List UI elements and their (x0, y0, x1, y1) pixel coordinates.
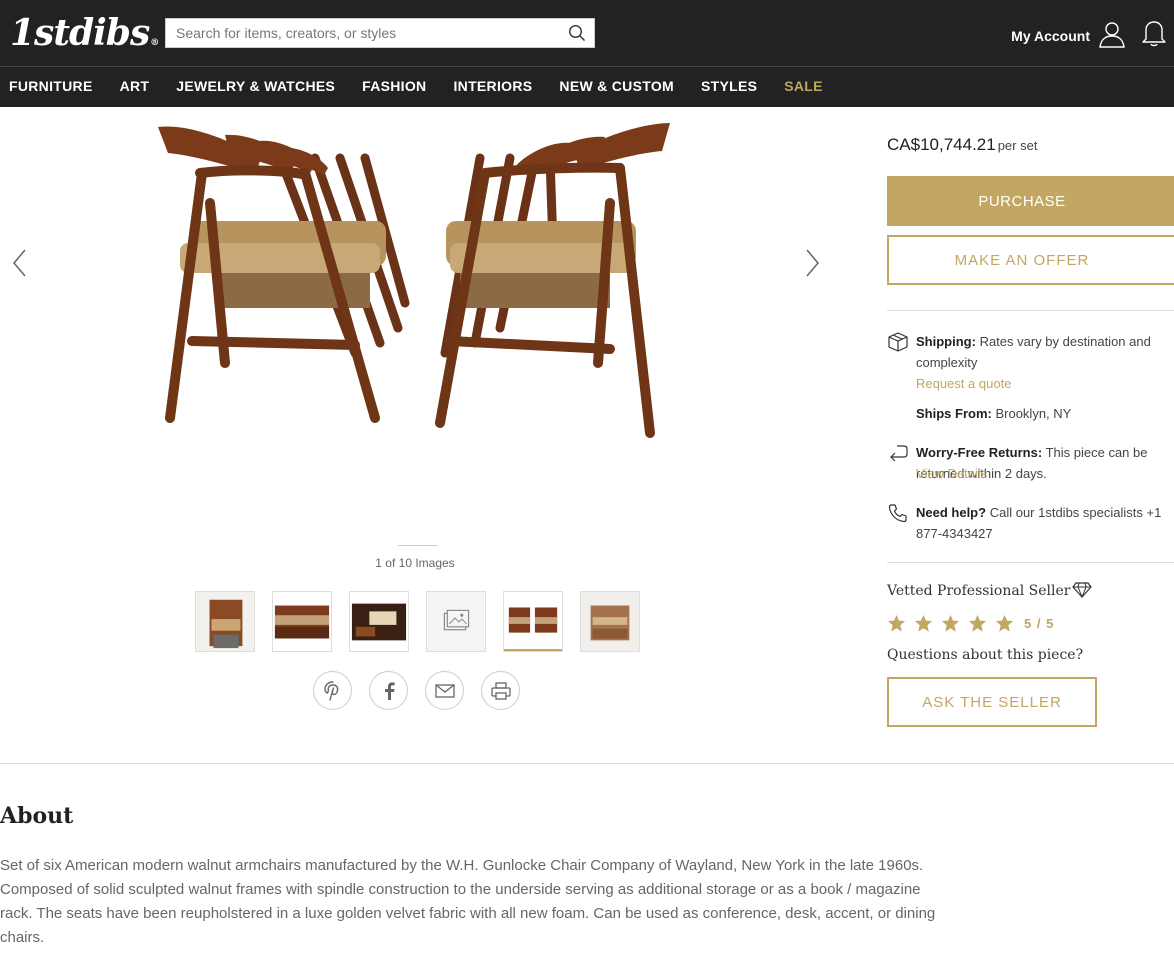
share-buttons (313, 671, 520, 710)
nav-styles[interactable]: STYLES (701, 78, 757, 94)
nav-furniture[interactable]: FURNITURE (9, 78, 93, 94)
return-arrow-icon (887, 442, 909, 464)
seller-rating: 5 / 5 (887, 614, 1054, 633)
product-image[interactable] (150, 113, 680, 443)
purchase-divider (887, 310, 1174, 311)
facebook-icon[interactable] (369, 671, 408, 710)
returns-label: Worry-Free Returns: (916, 445, 1043, 460)
ships-from-info: Ships From: Brooklyn, NY (887, 403, 1174, 424)
next-image-arrow-icon[interactable] (802, 247, 822, 279)
rating-value: 5 / 5 (1024, 616, 1055, 631)
search-input[interactable] (166, 19, 560, 47)
shipping-info: Shipping: Rates vary by destination and … (887, 331, 1174, 394)
make-offer-button[interactable]: MAKE AN OFFER (887, 235, 1174, 285)
seller-divider (887, 562, 1174, 563)
nav-jewelry-watches[interactable]: JEWELRY & WATCHES (176, 78, 335, 94)
diamond-icon (1072, 581, 1092, 604)
site-header: 1stdibs® My Account FURNITURE ART JEWELR… (0, 0, 1174, 107)
about-title: About (0, 803, 74, 829)
search-bar (165, 18, 595, 48)
price-value: CA$10,744.21 (887, 135, 996, 154)
nav-interiors[interactable]: INTERIORS (453, 78, 532, 94)
star-icon (995, 614, 1014, 632)
print-icon[interactable] (481, 671, 520, 710)
site-logo[interactable]: 1stdibs® (10, 12, 159, 54)
thumbnail-4[interactable] (426, 591, 486, 652)
ask-seller-button[interactable]: ASK THE SELLER (887, 677, 1097, 727)
my-account-label: My Account (1011, 27, 1090, 44)
package-icon (887, 331, 909, 353)
notifications-bell-icon[interactable] (1140, 18, 1168, 53)
ships-from-value: Brooklyn, NY (995, 406, 1072, 421)
view-details-link[interactable]: View Details (916, 466, 987, 481)
star-icon (968, 614, 987, 632)
previous-image-arrow-icon[interactable] (10, 247, 30, 279)
price-unit: per set (997, 138, 1038, 153)
search-icon[interactable] (560, 19, 594, 47)
returns-details-row: View Details (887, 463, 1174, 484)
my-account-link[interactable]: My Account (1011, 20, 1126, 51)
user-icon (1098, 20, 1126, 51)
request-quote-link[interactable]: Request a quote (916, 376, 1011, 391)
nav-sale[interactable]: SALE (784, 78, 823, 94)
product-gallery (0, 107, 840, 547)
about-description: Set of six American modern walnut armcha… (0, 857, 936, 946)
thumbnail-6[interactable] (580, 591, 640, 652)
star-icon (887, 614, 906, 632)
about-divider (0, 763, 1174, 764)
nav-new-custom[interactable]: NEW & CUSTOM (559, 78, 674, 94)
thumbnail-5[interactable] (503, 591, 563, 652)
phone-icon (887, 502, 909, 524)
vetted-seller-label: Vetted Professional Seller (887, 583, 1071, 599)
thumbnail-1[interactable] (195, 591, 255, 652)
header-divider (0, 66, 1174, 67)
image-counter-divider (398, 545, 438, 546)
nav-art[interactable]: ART (120, 78, 150, 94)
thumbnail-3[interactable] (349, 591, 409, 652)
pinterest-icon[interactable] (313, 671, 352, 710)
help-info: Need help? Call our 1stdibs specialists … (887, 502, 1174, 544)
thumbnail-strip (195, 591, 640, 652)
email-icon[interactable] (425, 671, 464, 710)
main-nav: FURNITURE ART JEWELRY & WATCHES FASHION … (9, 78, 823, 94)
help-label: Need help? (916, 505, 987, 520)
product-price: CA$10,744.21 per set (887, 135, 1037, 155)
image-counter: 1 of 10 Images (375, 556, 455, 570)
purchase-button[interactable]: PURCHASE (887, 176, 1174, 226)
star-icon (941, 614, 960, 632)
ships-from-label: Ships From: (916, 406, 992, 421)
nav-fashion[interactable]: FASHION (362, 78, 426, 94)
questions-label: Questions about this piece? (887, 647, 1084, 663)
thumbnail-2[interactable] (272, 591, 332, 652)
star-icon (914, 614, 933, 632)
shipping-label: Shipping: (916, 334, 976, 349)
